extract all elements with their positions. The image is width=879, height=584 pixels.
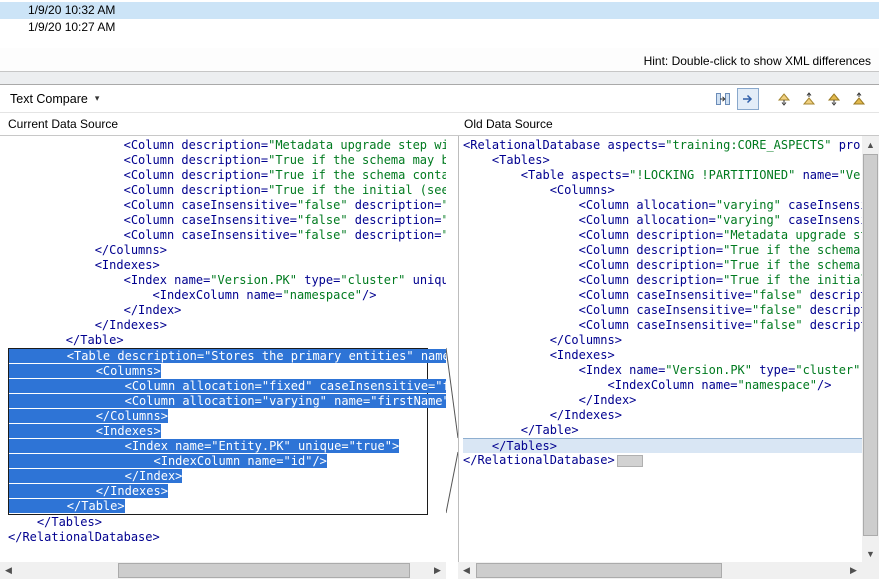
code-line: <IndexColumn name="namespace"/>: [8, 288, 446, 303]
hint-text: Hint: Double-click to show XML differenc…: [644, 54, 871, 68]
vertical-scrollbar-thumb[interactable]: [863, 154, 878, 536]
next-change-icon[interactable]: [824, 88, 846, 110]
spacer: [446, 562, 458, 579]
code-line: <Indexes>: [9, 424, 427, 439]
compare-editor: Text Compare ▾: [0, 85, 879, 579]
right-horizontal-scrollbar[interactable]: ◀ ▶: [458, 562, 862, 579]
code-line: </Columns>: [463, 333, 862, 348]
diff-connector-lines: [446, 136, 458, 562]
code-line: </RelationalDatabase>: [8, 530, 446, 545]
left-code-pane[interactable]: <Column description="Metadata upgrade st…: [0, 136, 446, 562]
code-line: <Tables>: [463, 153, 862, 168]
code-line: </Tables>: [8, 515, 446, 530]
code-line: </Table>: [463, 423, 862, 438]
code-line: </Columns>: [9, 409, 427, 424]
code-line: <Table description="Stores the primary e…: [9, 349, 427, 364]
code-line: <Column allocation="varying" caseInsensi…: [463, 213, 862, 228]
insertion-marker: [617, 455, 643, 467]
code-line: <Column description="True if the schema …: [8, 153, 446, 168]
code-line: <Columns>: [463, 183, 862, 198]
selected-diff-block[interactable]: <Table description="Stores the primary e…: [8, 348, 428, 515]
list-item[interactable]: 1/9/20 10:32 AM: [0, 2, 879, 19]
code-line: <Column description="True if the initial…: [463, 273, 862, 288]
right-code-pane[interactable]: <RelationalDatabase aspects="training:CO…: [458, 136, 862, 562]
code-line: <Column caseInsensitive="false" descript…: [8, 228, 446, 243]
copy-all-left-to-right-icon[interactable]: [712, 88, 734, 110]
right-pane-title: Old Data Source: [458, 117, 879, 131]
code-line: </Table>: [8, 333, 446, 348]
code-line: <Column caseInsensitive="false" descript…: [463, 288, 862, 303]
right-horizontal-scrollbar-thumb[interactable]: [476, 563, 722, 578]
code-line: </Indexes>: [8, 318, 446, 333]
copy-current-change-icon[interactable]: [737, 88, 759, 110]
code-line: <Column description="True if the schema …: [463, 258, 862, 273]
next-difference-icon[interactable]: [774, 88, 796, 110]
compare-toolbar: Text Compare ▾: [0, 85, 879, 113]
code-line: <Column description="True if the initial…: [8, 183, 446, 198]
code-line: <Column description="True if the schema …: [463, 243, 862, 258]
code-line: <IndexColumn name="id"/>: [9, 454, 427, 469]
vertical-scrollbar[interactable]: ▲ ▼: [862, 136, 879, 562]
code-line: </Indexes>: [463, 408, 862, 423]
code-line: <Table aspects="!LOCKING !PARTITIONED" n…: [463, 168, 862, 183]
scroll-up-icon[interactable]: ▲: [862, 136, 879, 153]
code-line: <Column allocation="varying" name="first…: [9, 394, 427, 409]
scroll-right-icon[interactable]: ▶: [845, 562, 862, 579]
code-line: </Indexes>: [9, 484, 427, 499]
compare-content: <Column description="Metadata upgrade st…: [0, 136, 879, 562]
toolbar-icon-group: [712, 88, 873, 110]
list-item[interactable]: 1/9/20 10:27 AM: [0, 19, 879, 36]
horizontal-scroll-row: ◀ ▶ ◀ ▶: [0, 562, 879, 579]
code-line: </Index>: [9, 469, 427, 484]
left-pane-title: Current Data Source: [0, 117, 446, 131]
code-line: </Index>: [8, 303, 446, 318]
chevron-down-icon: ▾: [95, 93, 100, 104]
code-line: <RelationalDatabase aspects="training:CO…: [463, 138, 862, 153]
previous-change-icon[interactable]: [849, 88, 871, 110]
scroll-left-icon[interactable]: ◀: [0, 562, 17, 579]
code-line: <Columns>: [9, 364, 427, 379]
pane-headers: Current Data Source Old Data Source: [0, 113, 879, 136]
spacer: [0, 36, 879, 48]
code-line: <IndexColumn name="namespace"/>: [463, 378, 862, 393]
left-horizontal-scrollbar[interactable]: ◀ ▶: [0, 562, 446, 579]
compare-mode-dropdown[interactable]: Text Compare ▾: [6, 90, 103, 108]
diff-gutter: [446, 136, 458, 562]
previous-difference-icon[interactable]: [799, 88, 821, 110]
hint-bar: Hint: Double-click to show XML differenc…: [0, 48, 879, 72]
scrollbar-corner: [862, 562, 879, 579]
scroll-left-icon[interactable]: ◀: [458, 562, 475, 579]
code-line: </Table>: [9, 499, 427, 514]
timestamp: 1/9/20 10:27 AM: [28, 20, 115, 34]
code-line: </Columns>: [8, 243, 446, 258]
code-line: <Column allocation="varying" caseInsensi…: [463, 198, 862, 213]
code-line: <Column description="Metadata upgrade st…: [8, 138, 446, 153]
scroll-down-icon[interactable]: ▼: [862, 545, 879, 562]
code-line: </Index>: [463, 393, 862, 408]
history-list: 1/9/20 10:32 AM 1/9/20 10:27 AM: [0, 0, 879, 48]
code-line: <Indexes>: [8, 258, 446, 273]
code-line: <Column caseInsensitive="false" descript…: [8, 213, 446, 228]
code-line: <Indexes>: [463, 348, 862, 363]
code-line: <Column caseInsensitive="false" descript…: [8, 198, 446, 213]
code-line: <Column allocation="fixed" caseInsensiti…: [9, 379, 427, 394]
compare-mode-label: Text Compare: [10, 92, 88, 106]
left-horizontal-scrollbar-thumb[interactable]: [118, 563, 410, 578]
code-line: <Index name="Entity.PK" unique="true">: [9, 439, 427, 454]
scroll-right-icon[interactable]: ▶: [429, 562, 446, 579]
code-line: <Index name="Version.PK" type="cluster" …: [463, 363, 862, 378]
code-line: <Column caseInsensitive="false" descript…: [463, 318, 862, 333]
code-line: </RelationalDatabase>: [463, 453, 862, 468]
code-line: <Column description="True if the schema …: [8, 168, 446, 183]
separator: [0, 72, 879, 85]
code-line: <Column description="Metadata upgrade st…: [463, 228, 862, 243]
timestamp: 1/9/20 10:32 AM: [28, 3, 115, 17]
code-line: <Index name="Version.PK" type="cluster" …: [8, 273, 446, 288]
code-line: </Tables>: [463, 438, 862, 453]
code-line: <Column caseInsensitive="false" descript…: [463, 303, 862, 318]
